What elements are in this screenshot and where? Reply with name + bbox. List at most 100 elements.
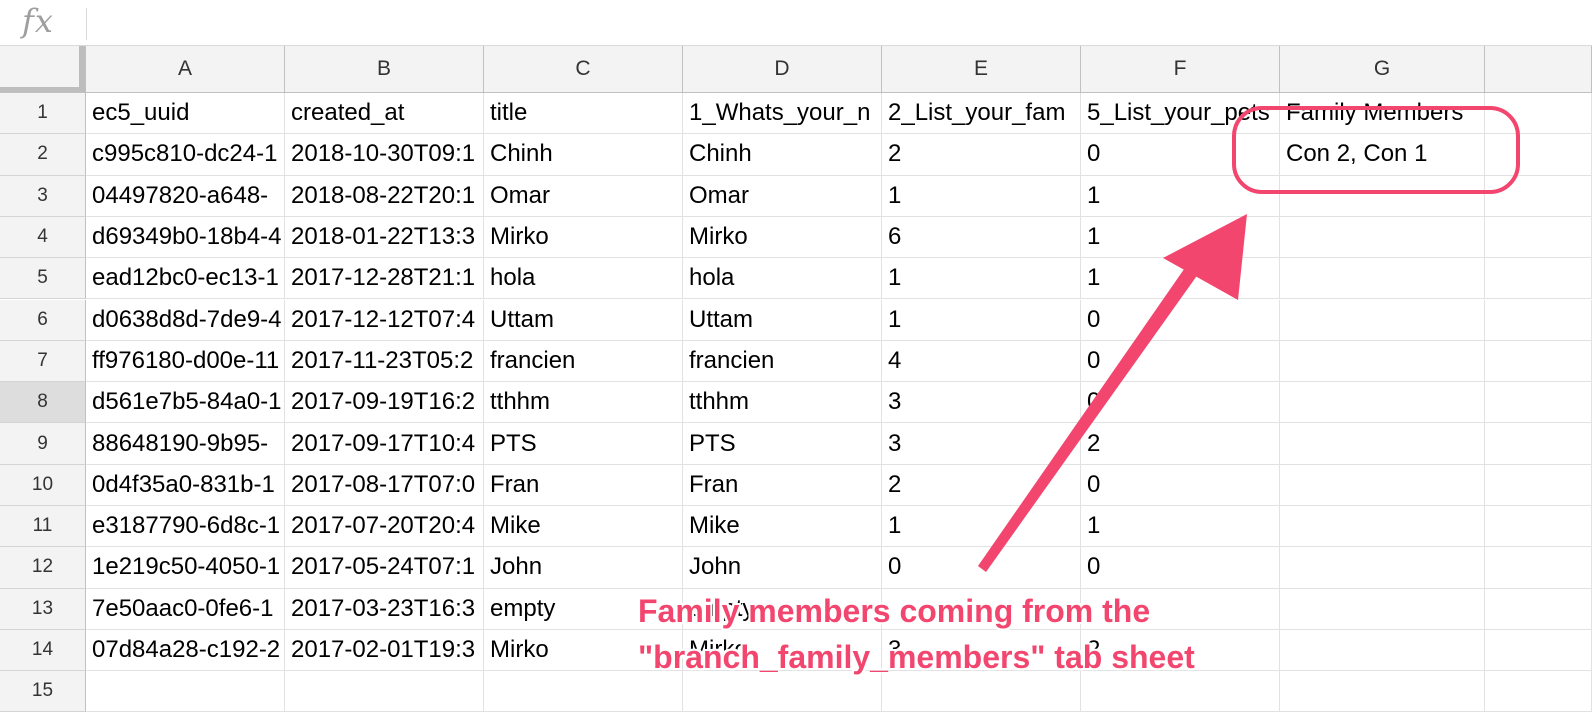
cell-blank10[interactable] [1485, 464, 1592, 506]
cell-e1[interactable]: 2_List_your_fam [882, 93, 1081, 135]
cell-d9[interactable]: PTS [683, 423, 882, 465]
cell-a3[interactable]: 04497820-a648- [86, 175, 285, 217]
cell-blank14[interactable] [1485, 629, 1592, 672]
cell-e2[interactable]: 2 [882, 134, 1081, 176]
row-header-1[interactable]: 1 [0, 93, 86, 135]
cell-blank5[interactable] [1485, 258, 1592, 300]
cell-blank4[interactable] [1485, 216, 1592, 259]
cell-f4[interactable]: 1 [1081, 216, 1280, 259]
cell-c11[interactable]: Mike [484, 506, 683, 548]
cell-b5[interactable]: 2017-12-28T21:1 [285, 258, 484, 300]
cell-e8[interactable]: 3 [882, 382, 1081, 424]
column-header-d[interactable]: D [683, 46, 882, 93]
cell-b4[interactable]: 2018-01-22T13:3 [285, 216, 484, 259]
cell-b1[interactable]: created_at [285, 93, 484, 135]
cell-a9[interactable]: 88648190-9b95- [86, 423, 285, 465]
cell-c8[interactable]: tthhm [484, 382, 683, 424]
cell-c3[interactable]: Omar [484, 175, 683, 217]
cell-a4[interactable]: d69349b0-18b4-4 [86, 216, 285, 259]
row-header-4[interactable]: 4 [0, 216, 86, 259]
cell-a12[interactable]: 1e219c50-4050-1 [86, 547, 285, 589]
cell-g11[interactable] [1280, 506, 1485, 548]
cell-blank13[interactable] [1485, 588, 1592, 630]
row-header-3[interactable]: 3 [0, 175, 86, 217]
cell-d11[interactable]: Mike [683, 506, 882, 548]
row-header-6[interactable]: 6 [0, 299, 86, 341]
cell-f8[interactable]: 0 [1081, 382, 1280, 424]
cell-c7[interactable]: francien [484, 340, 683, 383]
cell-d4[interactable]: Mirko [683, 216, 882, 259]
row-header-11[interactable]: 11 [0, 506, 86, 548]
cell-a5[interactable]: ead12bc0-ec13-1 [86, 258, 285, 300]
column-header-g[interactable]: G [1280, 46, 1485, 93]
cell-b10[interactable]: 2017-08-17T07:0 [285, 464, 484, 506]
cell-d7[interactable]: francien [683, 340, 882, 383]
cell-d10[interactable]: Fran [683, 464, 882, 506]
column-header-f[interactable]: F [1081, 46, 1280, 93]
cell-e3[interactable]: 1 [882, 175, 1081, 217]
column-header-blank[interactable] [1485, 46, 1592, 93]
cell-b11[interactable]: 2017-07-20T20:4 [285, 506, 484, 548]
cell-b2[interactable]: 2018-10-30T09:1 [285, 134, 484, 176]
cell-d1[interactable]: 1_Whats_your_n [683, 93, 882, 135]
cell-f5[interactable]: 1 [1081, 258, 1280, 300]
cell-e10[interactable]: 2 [882, 464, 1081, 506]
cell-a15[interactable] [86, 671, 285, 713]
cell-g12[interactable] [1280, 547, 1485, 589]
cell-d8[interactable]: tthhm [683, 382, 882, 424]
cell-a14[interactable]: 07d84a28-c192-2 [86, 629, 285, 672]
cell-a11[interactable]: e3187790-6d8c-1 [86, 506, 285, 548]
cell-c5[interactable]: hola [484, 258, 683, 300]
cell-blank15[interactable] [1485, 671, 1592, 713]
cell-c1[interactable]: title [484, 93, 683, 135]
cell-a2[interactable]: c995c810-dc24-1 [86, 134, 285, 176]
row-header-15[interactable]: 15 [0, 671, 86, 713]
cell-a7[interactable]: ff976180-d00e-11 [86, 340, 285, 383]
cell-blank6[interactable] [1485, 299, 1592, 341]
column-header-a[interactable]: A [86, 46, 285, 93]
cell-e5[interactable]: 1 [882, 258, 1081, 300]
cell-a13[interactable]: 7e50aac0-0fe6-1 [86, 588, 285, 630]
cell-g13[interactable] [1280, 588, 1485, 630]
cell-c9[interactable]: PTS [484, 423, 683, 465]
row-header-5[interactable]: 5 [0, 258, 86, 300]
cell-a10[interactable]: 0d4f35a0-831b-1 [86, 464, 285, 506]
cell-g6[interactable] [1280, 299, 1485, 341]
cell-g4[interactable] [1280, 216, 1485, 259]
cell-d6[interactable]: Uttam [683, 299, 882, 341]
row-header-9[interactable]: 9 [0, 423, 86, 465]
cell-b13[interactable]: 2017-03-23T16:3 [285, 588, 484, 630]
cell-g9[interactable] [1280, 423, 1485, 465]
row-header-14[interactable]: 14 [0, 629, 86, 672]
row-header-10[interactable]: 10 [0, 464, 86, 506]
cell-b14[interactable]: 2017-02-01T19:3 [285, 629, 484, 672]
cell-b7[interactable]: 2017-11-23T05:2 [285, 340, 484, 383]
cell-a6[interactable]: d0638d8d-7de9-4 [86, 299, 285, 341]
cell-d12[interactable]: John [683, 547, 882, 589]
formula-input[interactable] [88, 0, 1592, 45]
cell-b8[interactable]: 2017-09-19T16:2 [285, 382, 484, 424]
cell-blank7[interactable] [1485, 340, 1592, 383]
cell-f10[interactable]: 0 [1081, 464, 1280, 506]
cell-g5[interactable] [1280, 258, 1485, 300]
row-header-13[interactable]: 13 [0, 588, 86, 630]
row-header-12[interactable]: 12 [0, 547, 86, 589]
cell-blank11[interactable] [1485, 506, 1592, 548]
cell-e6[interactable]: 1 [882, 299, 1081, 341]
cell-g7[interactable] [1280, 340, 1485, 383]
row-header-8[interactable]: 8 [0, 382, 86, 424]
cell-g14[interactable] [1280, 629, 1485, 672]
cell-b6[interactable]: 2017-12-12T07:4 [285, 299, 484, 341]
cell-e4[interactable]: 6 [882, 216, 1081, 259]
cell-c6[interactable]: Uttam [484, 299, 683, 341]
cell-c10[interactable]: Fran [484, 464, 683, 506]
cell-b9[interactable]: 2017-09-17T10:4 [285, 423, 484, 465]
column-header-b[interactable]: B [285, 46, 484, 93]
cell-a1[interactable]: ec5_uuid [86, 93, 285, 135]
cell-e9[interactable]: 3 [882, 423, 1081, 465]
cell-e11[interactable]: 1 [882, 506, 1081, 548]
cell-a8[interactable]: d561e7b5-84a0-1 [86, 382, 285, 424]
cell-g15[interactable] [1280, 671, 1485, 713]
cell-b12[interactable]: 2017-05-24T07:1 [285, 547, 484, 589]
cell-g10[interactable] [1280, 464, 1485, 506]
